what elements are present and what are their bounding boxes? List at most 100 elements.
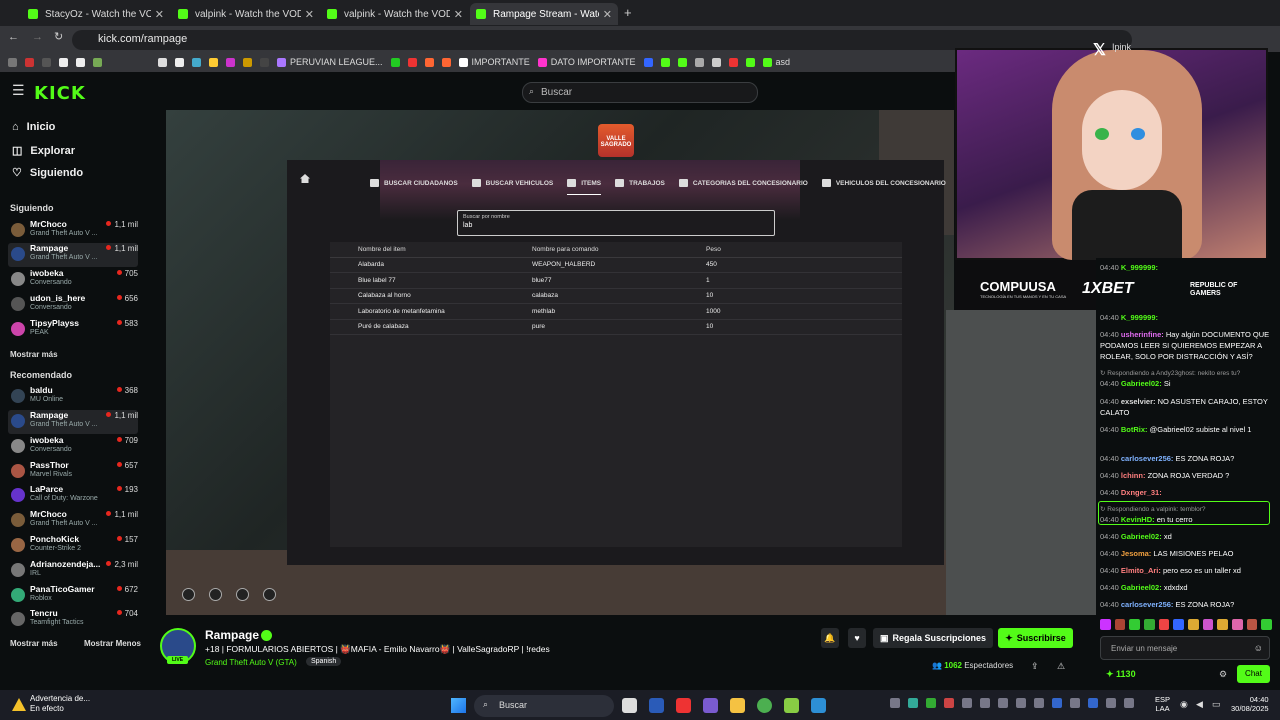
bookmark-icon[interactable] bbox=[694, 57, 704, 67]
emoji-icon[interactable]: ☺ bbox=[1254, 643, 1263, 653]
following-channel[interactable]: iwobeka Conversando 705 bbox=[8, 268, 138, 292]
emote-icon[interactable] bbox=[1173, 619, 1185, 630]
table-row[interactable]: Puré de calabaza pure 10 bbox=[330, 319, 902, 335]
browser-tab-active[interactable]: Rampage Stream - Watch L✕ bbox=[470, 3, 618, 25]
item-search-input[interactable]: Buscar por nombre lab bbox=[457, 210, 775, 236]
chat-username[interactable]: carlosever256: bbox=[1121, 600, 1174, 609]
tab-buscar-vehiculos[interactable]: BUSCAR VEHICULOS bbox=[471, 174, 553, 192]
new-tab-icon[interactable]: + bbox=[624, 5, 632, 20]
subscribe-button[interactable]: ✦ Suscribirse bbox=[998, 628, 1073, 648]
chat-username[interactable]: K_999999: bbox=[1121, 263, 1158, 272]
bookmark-icon[interactable] bbox=[158, 57, 167, 67]
nav-siguiendo[interactable]: ♡ Siguiendo bbox=[12, 166, 83, 180]
chat-username[interactable]: Jesoma: bbox=[1121, 549, 1151, 558]
emote-icon[interactable] bbox=[1114, 619, 1126, 630]
wifi-icon[interactable]: ◉ bbox=[1180, 699, 1188, 710]
bookmark-icon[interactable] bbox=[390, 57, 400, 67]
bookmark-icon[interactable] bbox=[209, 57, 218, 67]
app-icon[interactable] bbox=[811, 698, 826, 713]
recommended-channel[interactable]: PonchoKick Counter-Strike 2 157 bbox=[8, 534, 138, 558]
language-indicator[interactable]: ESP LAA bbox=[1155, 695, 1170, 713]
windows-start-icon[interactable] bbox=[451, 698, 466, 713]
app-icon[interactable] bbox=[676, 698, 691, 713]
chat-username[interactable]: BotRix: bbox=[1121, 425, 1148, 434]
site-search-input[interactable]: ⌕ Buscar bbox=[522, 82, 758, 103]
bookmark-icon[interactable] bbox=[643, 57, 653, 67]
close-tab-icon[interactable]: ✕ bbox=[155, 8, 164, 21]
nav-explorar[interactable]: ◫ Explorar bbox=[12, 144, 75, 158]
chevron-up-icon[interactable] bbox=[890, 698, 900, 708]
bookmark-icon[interactable] bbox=[441, 57, 451, 67]
app-icon[interactable] bbox=[784, 698, 799, 713]
browser-tab[interactable]: StacyOz - Watch the VOD on Ki✕ bbox=[22, 3, 170, 25]
tab-trabajos[interactable]: TRABAJOS bbox=[615, 174, 665, 192]
chat-settings-icon[interactable]: ⚙ bbox=[1219, 669, 1227, 680]
tray-icon[interactable] bbox=[1106, 698, 1116, 708]
following-channel[interactable]: Rampage Grand Theft Auto V ... 1,1 mil bbox=[8, 243, 138, 267]
bookmark-icon[interactable] bbox=[243, 57, 252, 67]
emote-icon[interactable] bbox=[1144, 619, 1155, 630]
follow-button[interactable]: ♥ bbox=[848, 628, 866, 648]
bluetooth-icon[interactable] bbox=[1088, 698, 1098, 708]
bookmark-icon[interactable] bbox=[175, 57, 184, 67]
app-icon[interactable] bbox=[649, 698, 664, 713]
close-tab-icon[interactable]: ✕ bbox=[454, 8, 463, 21]
recommended-channel[interactable]: Adrianozendeja... IRL 2,3 mil bbox=[8, 559, 138, 583]
recommended-channel[interactable]: Rampage Grand Theft Auto V ... 1,1 mil bbox=[8, 410, 138, 434]
notification-bell-button[interactable]: 🔔 bbox=[821, 628, 839, 648]
tray-icon[interactable] bbox=[1070, 698, 1080, 708]
recommended-channel[interactable]: iwobeka Conversando 709 bbox=[8, 435, 138, 459]
chat-username[interactable]: Gabrieel02: bbox=[1121, 379, 1162, 388]
taskbar-search[interactable]: ⌕ Buscar bbox=[474, 695, 614, 717]
emote-icon[interactable] bbox=[1261, 619, 1273, 630]
emote-icon[interactable] bbox=[1158, 619, 1170, 630]
chat-message-input[interactable]: Enviar un mensaje ☺ bbox=[1100, 636, 1270, 660]
tray-icon[interactable] bbox=[980, 698, 990, 708]
recommended-channel[interactable]: baldu MU Online 368 bbox=[8, 385, 138, 409]
channel-points[interactable]: ✦ 1130 bbox=[1106, 669, 1136, 680]
volume-icon[interactable]: ◀ bbox=[1196, 699, 1203, 710]
bookmark-icon[interactable] bbox=[260, 57, 269, 67]
bookmark-icon[interactable] bbox=[728, 57, 738, 67]
tray-icon[interactable] bbox=[962, 698, 972, 708]
tray-icon[interactable] bbox=[1034, 698, 1044, 708]
chat-send-button[interactable]: Chat bbox=[1237, 665, 1270, 683]
chat-username[interactable]: K_999999: bbox=[1121, 313, 1158, 322]
table-row[interactable]: Laboratorio de metanfetamina methlab 1000 bbox=[330, 303, 902, 320]
apps-icon[interactable] bbox=[8, 57, 17, 67]
tray-icon[interactable] bbox=[944, 698, 954, 708]
show-less-recommended[interactable]: Mostrar Menos bbox=[84, 639, 141, 648]
table-row[interactable]: Alabarda WEAPON_HALBERD 450 bbox=[330, 257, 902, 273]
following-channel[interactable]: udon_is_here Conversando 656 bbox=[8, 293, 138, 317]
streamer-name[interactable]: Rampage bbox=[205, 628, 259, 642]
bookmark-icon[interactable] bbox=[59, 57, 68, 67]
tray-icon[interactable] bbox=[926, 698, 936, 708]
system-clock[interactable]: 04:40 30/08/2025 bbox=[1231, 695, 1269, 713]
bookmark-icon[interactable] bbox=[25, 57, 34, 67]
tab-items[interactable]: ITEMS bbox=[567, 174, 601, 195]
tab-buscar-ciudadanos[interactable]: BUSCAR CIUDADANOS bbox=[370, 174, 458, 192]
following-channel[interactable]: TipsyPlayss PEAK 583 bbox=[8, 318, 138, 342]
bookmark-icon[interactable] bbox=[226, 57, 235, 67]
tray-icon[interactable] bbox=[908, 698, 918, 708]
chat-username[interactable]: lchinn: bbox=[1121, 471, 1146, 480]
tray-icon[interactable] bbox=[1052, 698, 1062, 708]
bookmark-asd[interactable]: asd bbox=[762, 57, 790, 67]
recommended-channel[interactable]: PanaTicoGamer Roblox 672 bbox=[8, 584, 138, 608]
bookmark-icon[interactable] bbox=[76, 57, 85, 67]
report-icon[interactable]: ⚠ bbox=[1057, 661, 1065, 672]
recommended-channel[interactable]: MrChoco Grand Theft Auto V ... 1,1 mil bbox=[8, 509, 138, 533]
chat-username[interactable]: Elmito_Ari: bbox=[1121, 566, 1161, 575]
gift-subs-button[interactable]: ▣ Regala Suscripciones bbox=[873, 628, 993, 648]
task-view-icon[interactable] bbox=[622, 698, 637, 713]
emote-icon[interactable] bbox=[1217, 619, 1229, 630]
file-explorer-icon[interactable] bbox=[730, 698, 745, 713]
bookmark-importante[interactable]: IMPORTANTE bbox=[458, 57, 530, 67]
tab-categorias-concesionario[interactable]: CATEGORIAS DEL CONCESIONARIO bbox=[678, 174, 808, 192]
following-channel[interactable]: MrChoco Grand Theft Auto V ... 1,1 mil bbox=[8, 219, 138, 243]
bookmark-icon[interactable] bbox=[745, 57, 755, 67]
bookmark-icon[interactable] bbox=[711, 57, 721, 67]
close-tab-icon[interactable]: ✕ bbox=[603, 8, 612, 21]
back-icon[interactable]: ← bbox=[8, 31, 19, 43]
battery-icon[interactable]: ▭ bbox=[1212, 699, 1221, 710]
